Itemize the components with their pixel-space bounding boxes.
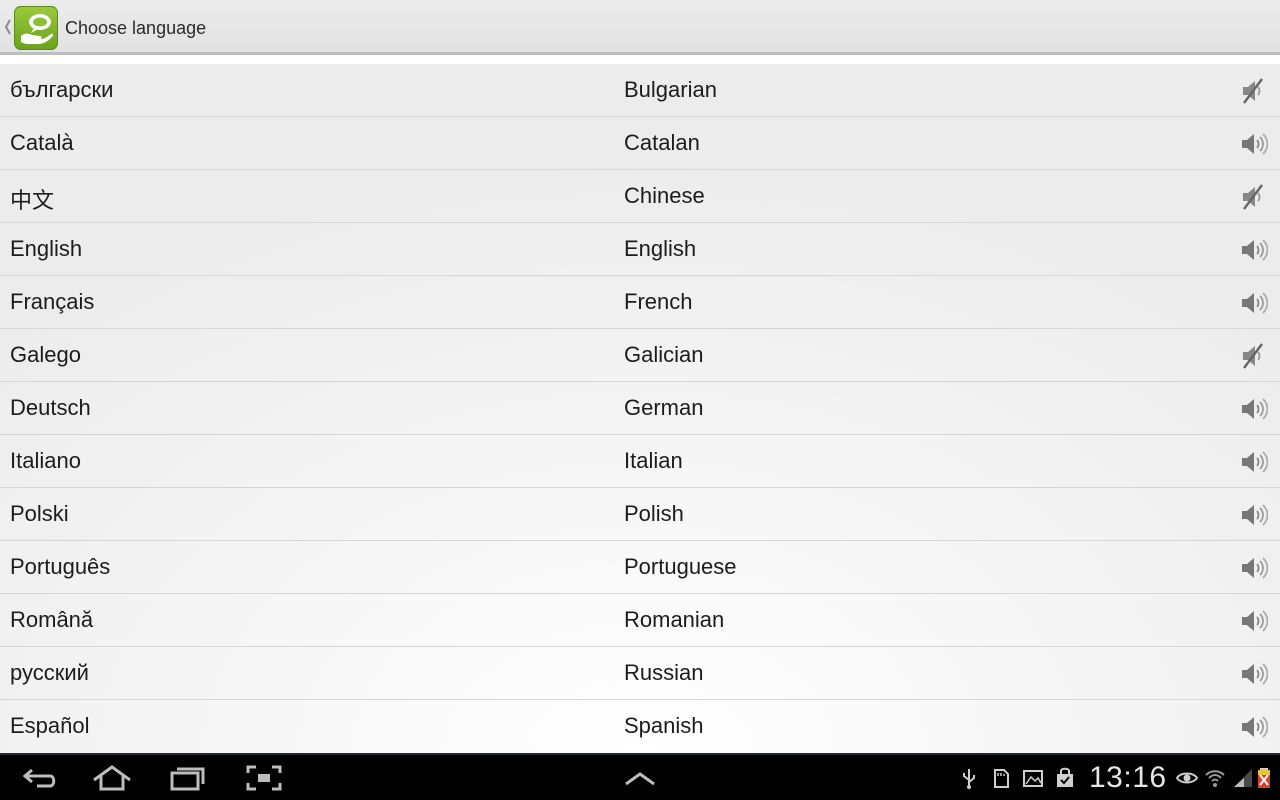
native-language-name: русский xyxy=(10,660,89,685)
native-language-name: English xyxy=(10,236,83,261)
speaker-icon[interactable] xyxy=(1238,235,1268,265)
english-language-name: Chinese xyxy=(624,183,705,208)
native-language-name: Italiano xyxy=(10,448,81,473)
speaker-icon[interactable] xyxy=(1238,500,1268,530)
language-row[interactable]: English English xyxy=(0,223,1280,276)
native-language-name: Galego xyxy=(10,342,81,367)
up-navigation-button[interactable] xyxy=(0,0,64,55)
speaker-icon[interactable] xyxy=(1238,659,1268,689)
language-row[interactable]: Français French xyxy=(0,276,1280,329)
screenshot-icon xyxy=(246,765,282,791)
language-row[interactable]: Galego Galician xyxy=(0,329,1280,382)
speaker-muted-icon[interactable] xyxy=(1238,76,1268,106)
speaker-icon[interactable] xyxy=(1238,129,1268,159)
speaker-icon[interactable] xyxy=(1238,606,1268,636)
status-clock: 13:16 xyxy=(1089,761,1167,794)
english-language-name: Galician xyxy=(624,342,704,367)
english-language-name: Russian xyxy=(624,660,704,685)
speaker-muted-icon[interactable] xyxy=(1238,341,1268,371)
sd-card-icon xyxy=(990,767,1012,789)
back-icon xyxy=(22,768,56,788)
english-language-name: Spanish xyxy=(624,713,704,738)
language-row[interactable]: Català Catalan xyxy=(0,117,1280,170)
language-row[interactable]: Italiano Italian xyxy=(0,435,1280,488)
recent-apps-icon xyxy=(170,767,205,791)
english-language-name: Portuguese xyxy=(624,554,737,579)
menu-up-button[interactable] xyxy=(618,762,662,794)
system-bar: 13:16 xyxy=(0,753,1280,800)
language-row[interactable]: Español Spanish xyxy=(0,700,1280,753)
native-language-name: Español xyxy=(10,713,90,738)
screenshot-button[interactable] xyxy=(242,762,286,794)
menu-up-icon xyxy=(625,772,655,786)
native-language-name: Português xyxy=(10,554,111,579)
english-language-name: Romanian xyxy=(624,607,725,632)
speaker-icon[interactable] xyxy=(1238,712,1268,742)
page-title: Choose language xyxy=(65,18,207,38)
native-language-name: Deutsch xyxy=(10,395,91,420)
shopping-bag-icon xyxy=(1054,767,1076,789)
english-language-name: English xyxy=(624,236,697,261)
english-language-name: Catalan xyxy=(624,130,700,155)
language-row[interactable]: 中文 Chinese xyxy=(0,170,1280,223)
gallery-icon xyxy=(1022,767,1044,789)
english-language-name: Polish xyxy=(624,501,684,526)
english-language-name: Bulgarian xyxy=(624,77,717,102)
native-language-name: Català xyxy=(10,130,74,155)
app-root: Choose language български Bulgarian Català… xyxy=(0,0,1280,800)
action-bar: Choose language xyxy=(0,0,1280,55)
native-language-name: 中文 xyxy=(10,188,55,213)
battery-icon xyxy=(1256,767,1272,789)
language-row[interactable]: Română Romanian xyxy=(0,594,1280,647)
language-list: български Bulgarian Català Catalan 中文 Chinese… xyxy=(0,64,1280,753)
native-language-name: Polski xyxy=(10,501,69,526)
speaker-icon[interactable] xyxy=(1238,394,1268,424)
signal-icon xyxy=(1232,767,1254,789)
home-button[interactable] xyxy=(90,762,134,794)
english-language-name: French xyxy=(624,289,693,314)
speaker-icon[interactable] xyxy=(1238,553,1268,583)
usb-icon xyxy=(958,767,980,789)
home-icon xyxy=(93,765,131,791)
language-row[interactable]: Deutsch German xyxy=(0,382,1280,435)
language-row[interactable]: Polski Polish xyxy=(0,488,1280,541)
native-language-name: Français xyxy=(10,289,95,314)
english-language-name: German xyxy=(624,395,704,420)
language-row[interactable]: български Bulgarian xyxy=(0,64,1280,117)
wifi-icon xyxy=(1204,767,1226,789)
language-row[interactable]: Português Portuguese xyxy=(0,541,1280,594)
back-button[interactable] xyxy=(17,762,61,794)
speaker-icon[interactable] xyxy=(1238,447,1268,477)
app-logo-icon xyxy=(14,6,58,50)
back-chevron-icon xyxy=(4,18,12,36)
speaker-icon[interactable] xyxy=(1238,288,1268,318)
language-row[interactable]: русский Russian xyxy=(0,647,1280,700)
english-language-name: Italian xyxy=(624,448,683,473)
speaker-muted-icon[interactable] xyxy=(1238,182,1268,212)
recent-apps-button[interactable] xyxy=(165,762,209,794)
native-language-name: Română xyxy=(10,607,94,632)
native-language-name: български xyxy=(10,77,114,102)
eye-icon xyxy=(1176,767,1198,789)
